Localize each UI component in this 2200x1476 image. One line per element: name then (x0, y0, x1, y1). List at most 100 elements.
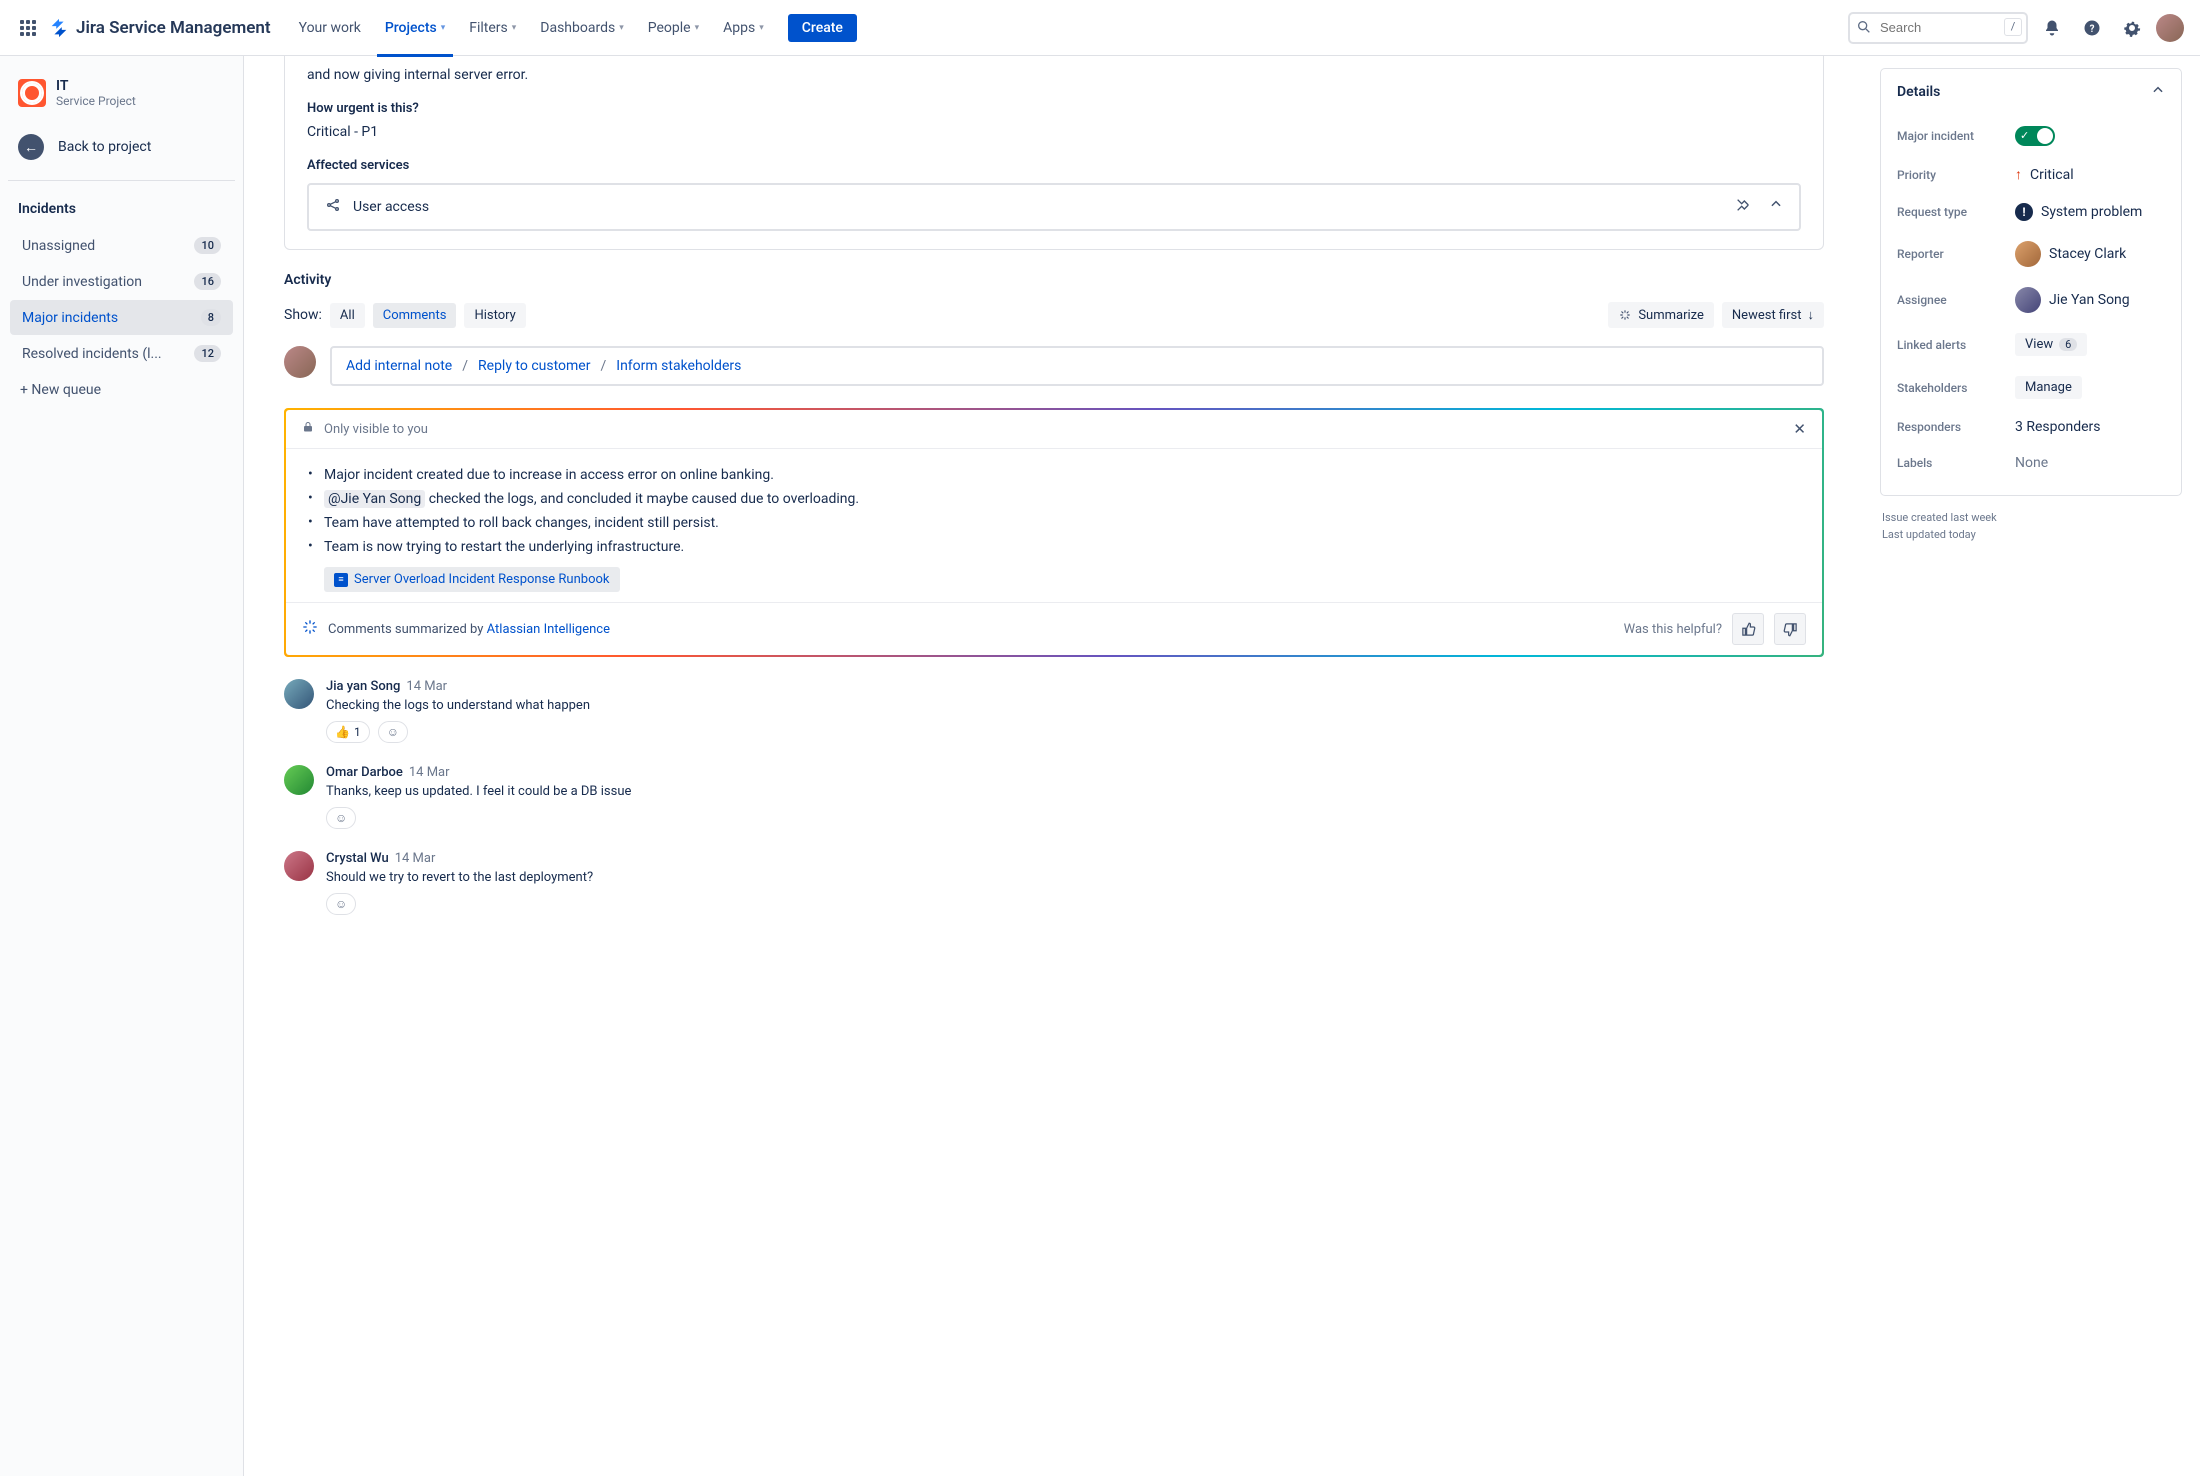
avatar (284, 765, 314, 795)
detail-linked-alerts: Linked alerts View6 (1881, 323, 2181, 366)
chevron-down-icon: ▾ (695, 23, 700, 33)
affected-services-label: Affected services (307, 158, 1801, 173)
thumbs-down-button[interactable] (1774, 613, 1806, 645)
tab-comments[interactable]: Comments (373, 303, 457, 328)
avatar (284, 851, 314, 881)
add-reaction-button[interactable]: ☺ (326, 893, 356, 915)
reply-to-customer[interactable]: Reply to customer (478, 358, 590, 374)
search-icon (1856, 19, 1872, 39)
close-icon[interactable]: ✕ (1793, 420, 1806, 438)
runbook-link[interactable]: ≡ Server Overload Incident Response Runb… (324, 567, 620, 592)
chevron-down-icon: ▾ (619, 23, 624, 33)
chevron-up-icon[interactable] (2151, 83, 2165, 101)
thumbs-up-button[interactable] (1732, 613, 1764, 645)
comment-body: Should we try to revert to the last depl… (326, 870, 1824, 885)
detail-stakeholders: Stakeholders Manage (1881, 366, 2181, 409)
atlassian-intelligence-link[interactable]: Atlassian Intelligence (487, 622, 610, 637)
jira-icon (48, 17, 70, 39)
nav-your-work[interactable]: Your work (291, 16, 369, 40)
comment: Omar Darboe14 Mar Thanks, keep us update… (284, 765, 1824, 829)
detail-assignee[interactable]: Assignee Jie Yan Song (1881, 277, 2181, 323)
new-queue-button[interactable]: + New queue (8, 372, 235, 408)
lock-icon (302, 421, 314, 437)
urgency-label: How urgent is this? (307, 101, 1801, 116)
add-reaction-button[interactable]: ☺ (326, 807, 356, 829)
view-alerts-button[interactable]: View6 (2015, 333, 2087, 356)
detail-priority[interactable]: Priority ↑Critical (1881, 156, 2181, 193)
tab-all[interactable]: All (330, 303, 365, 328)
affected-service-row[interactable]: User access (307, 183, 1801, 231)
detail-labels[interactable]: Labels None (1881, 445, 2181, 481)
nav-dashboards[interactable]: Dashboards▾ (532, 16, 631, 40)
avatar (2015, 287, 2041, 313)
product-name: Jira Service Management (76, 18, 271, 38)
queue-unassigned[interactable]: Unassigned10 (10, 228, 233, 263)
nav-apps[interactable]: Apps▾ (715, 16, 772, 40)
back-icon: ← (18, 134, 44, 160)
add-reaction-button[interactable]: ☺ (378, 721, 408, 743)
mention[interactable]: @Jie Yan Song (324, 490, 425, 508)
tab-history[interactable]: History (464, 303, 525, 328)
project-name: IT (56, 78, 136, 94)
activity-filter-row: Show: All Comments History Summarize New… (284, 302, 1824, 328)
comment-header: Jia yan Song14 Mar (326, 679, 1824, 694)
arrow-down-icon: ↓ (1808, 307, 1815, 323)
product-logo[interactable]: Jira Service Management (48, 17, 271, 39)
show-label: Show: (284, 307, 322, 323)
helpful-label: Was this helpful? (1624, 622, 1722, 637)
content-area: and now giving internal server error. Ho… (244, 56, 1864, 1476)
detail-reporter[interactable]: Reporter Stacey Clark (1881, 231, 2181, 277)
search-box: / (1848, 12, 2028, 44)
manage-stakeholders-button[interactable]: Manage (2015, 376, 2082, 399)
search-shortcut: / (2004, 18, 2022, 36)
queue-under-investigation[interactable]: Under investigation16 (10, 264, 233, 299)
avatar (284, 679, 314, 709)
sort-button[interactable]: Newest first↓ (1722, 302, 1824, 328)
divider (8, 180, 235, 181)
svg-text:?: ? (2090, 23, 2095, 34)
search-input[interactable] (1848, 12, 2028, 44)
summarize-button[interactable]: Summarize (1608, 302, 1714, 328)
app-switcher-icon[interactable] (16, 16, 40, 40)
ai-bullet: Team have attempted to roll back changes… (308, 511, 1800, 535)
chevron-down-icon: ▾ (512, 23, 517, 33)
profile-avatar[interactable] (2156, 14, 2184, 42)
add-internal-note[interactable]: Add internal note (346, 358, 452, 374)
visibility-label: Only visible to you (324, 422, 428, 437)
priority-icon: ↑ (2015, 166, 2022, 183)
major-incident-toggle[interactable]: ✓ (2015, 126, 2055, 146)
detail-major-incident: Major incident ✓ (1881, 116, 2181, 156)
issue-meta: Issue created last week Last updated tod… (1882, 510, 2180, 543)
nav-projects[interactable]: Projects▾ (377, 16, 453, 40)
details-header[interactable]: Details (1881, 69, 2181, 116)
nav-filters[interactable]: Filters▾ (461, 16, 524, 40)
queue-resolved[interactable]: Resolved incidents (l...12 (10, 336, 233, 371)
ai-bullet: @Jie Yan Song checked the logs, and conc… (308, 487, 1800, 511)
reaction[interactable]: 👍1 (326, 721, 370, 743)
comment: Jia yan Song14 Mar Checking the logs to … (284, 679, 1824, 743)
settings-icon[interactable] (2116, 12, 2148, 44)
notifications-icon[interactable] (2036, 12, 2068, 44)
graph-icon[interactable] (1735, 197, 1751, 217)
urgency-value: Critical - P1 (307, 124, 1801, 140)
reply-box[interactable]: Add internal note / Reply to customer / … (330, 346, 1824, 386)
project-header[interactable]: IT Service Project (8, 72, 235, 114)
top-nav: Jira Service Management Your work Projec… (0, 0, 2200, 56)
chevron-down-icon: ▾ (759, 23, 764, 33)
collapse-icon[interactable] (1769, 197, 1783, 217)
details-panel: Details Major incident ✓ Priority ↑Criti… (1864, 56, 2200, 1476)
ai-bullet: Team is now trying to restart the underl… (308, 535, 1800, 559)
avatar (2015, 241, 2041, 267)
detail-request-type[interactable]: Request type !System problem (1881, 193, 2181, 231)
inform-stakeholders[interactable]: Inform stakeholders (616, 358, 741, 374)
description-tail: and now giving internal server error. (307, 67, 1801, 83)
detail-responders[interactable]: Responders 3 Responders (1881, 409, 2181, 445)
back-to-project[interactable]: ← Back to project (8, 120, 235, 174)
create-button[interactable]: Create (788, 14, 857, 42)
help-icon[interactable]: ? (2076, 12, 2108, 44)
comment-header: Omar Darboe14 Mar (326, 765, 1824, 780)
queue-major-incidents[interactable]: Major incidents8 (10, 300, 233, 335)
activity-heading: Activity (284, 272, 1824, 288)
nav-people[interactable]: People▾ (640, 16, 707, 40)
comment-body: Thanks, keep us updated. I feel it could… (326, 784, 1824, 799)
